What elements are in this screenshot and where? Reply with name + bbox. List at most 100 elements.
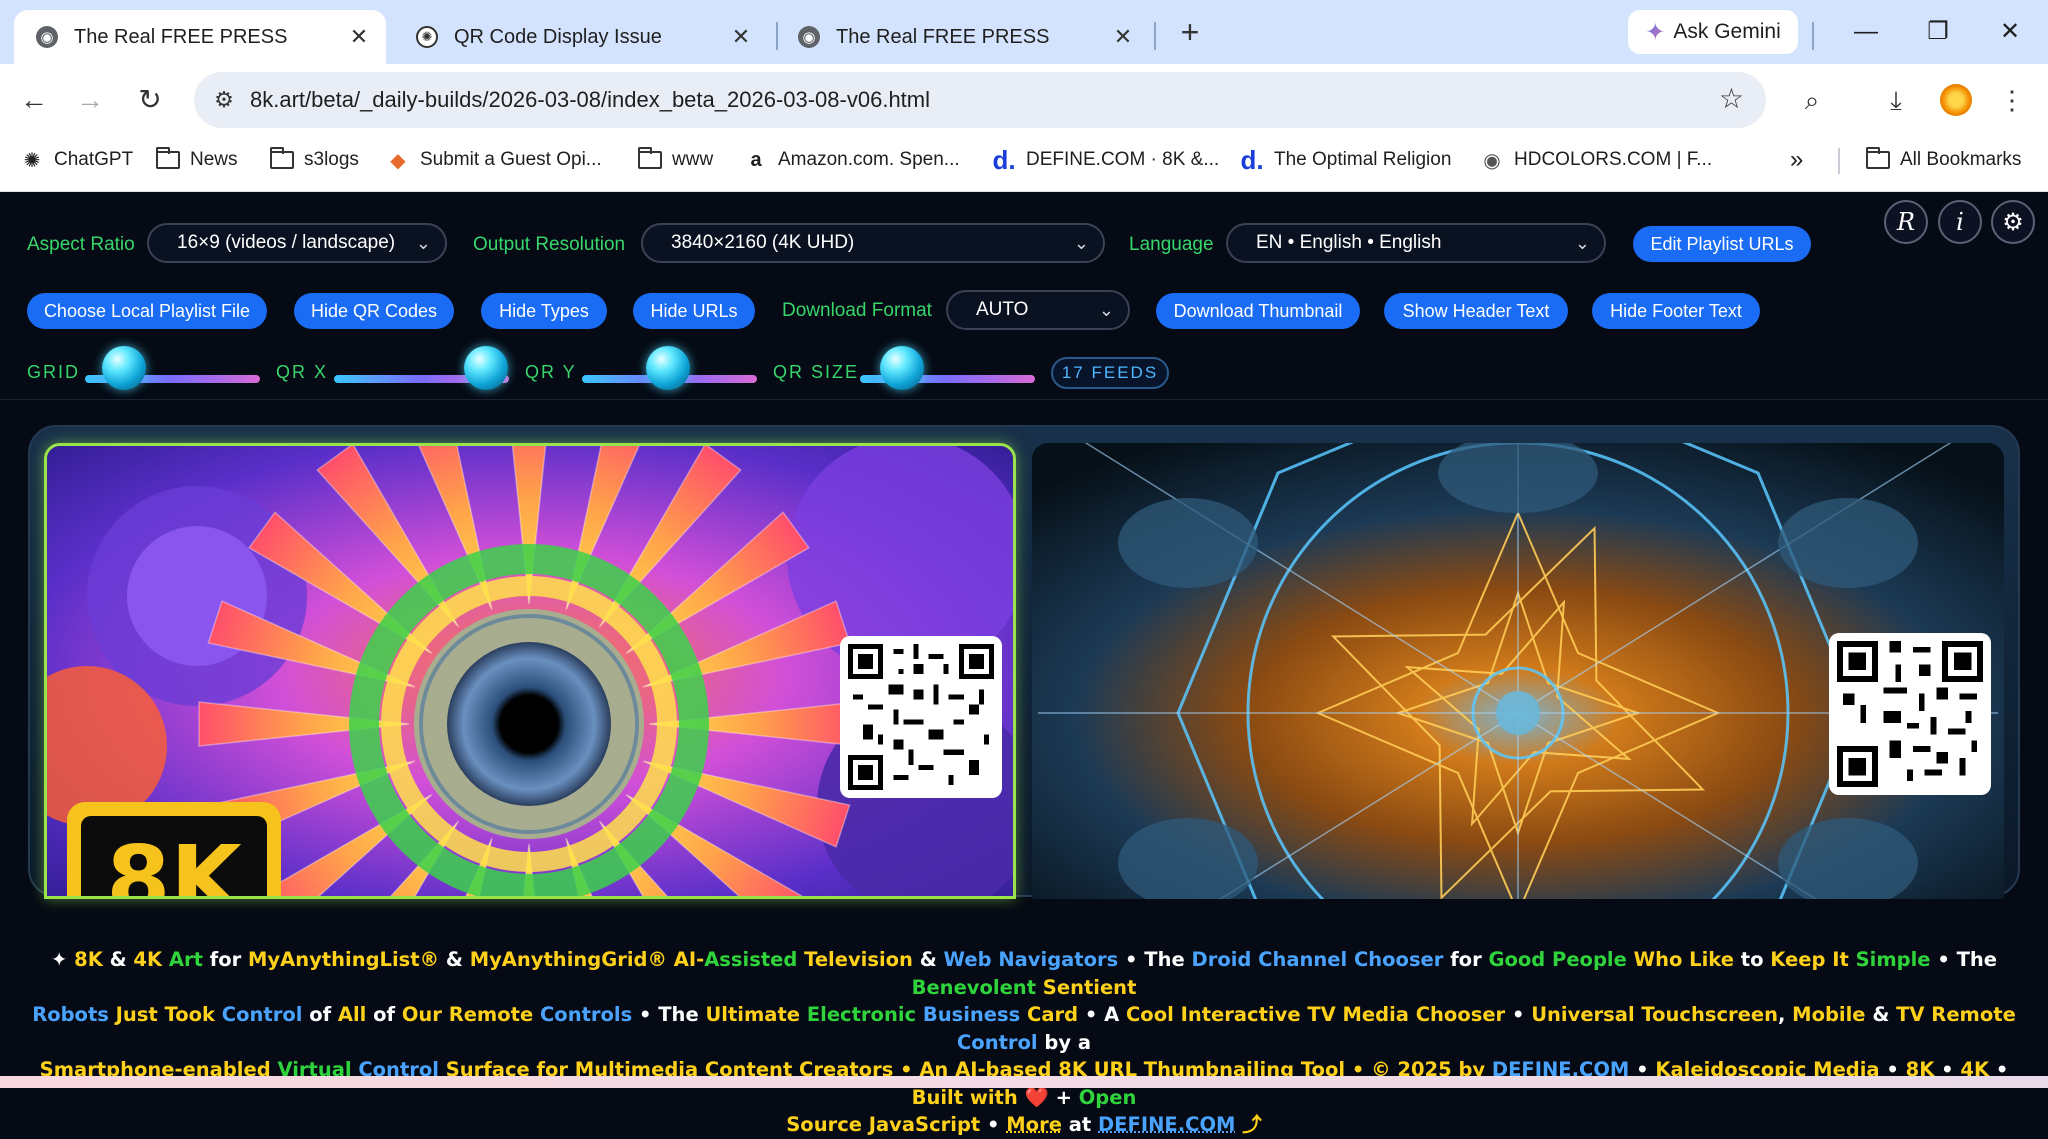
footer-segment: Control	[956, 1030, 1038, 1054]
close-icon[interactable]: ✕	[1108, 24, 1138, 50]
footer-segment: Open	[1078, 1085, 1137, 1109]
address-bar[interactable]: ⚙ 8k.art/beta/_daily-builds/2026-03-08/i…	[194, 72, 1766, 128]
forward-icon[interactable]: →	[70, 80, 110, 120]
tab-search-icon[interactable]: ⌕	[1794, 82, 1830, 118]
bookmark-define[interactable]: d. DEFINE.COM · 8K &...	[992, 136, 1219, 184]
tab-title: The Real FREE PRESS	[74, 25, 288, 48]
download-icon[interactable]: ⤓	[1878, 82, 1914, 118]
footer-segment: Keep It	[1770, 948, 1849, 971]
bookmark-label: The Optimal Religion	[1274, 149, 1452, 170]
new-tab-button[interactable]: +	[1170, 12, 1210, 52]
footer-segment: Card	[1020, 1003, 1079, 1026]
footer-segment: •	[980, 1113, 1007, 1136]
footer-segment: Television	[797, 948, 913, 971]
qr-code-1	[840, 636, 1002, 798]
aspect-ratio-select[interactable]: 16×9 (videos / landscape) ⌄	[147, 223, 447, 263]
footer-segment: by a	[1037, 1030, 1091, 1054]
ask-gemini-button[interactable]: ✦ Ask Gemini	[1628, 10, 1798, 54]
hide-types-button[interactable]: Hide Types	[481, 293, 607, 329]
footer-define-link[interactable]: DEFINE.COM	[1098, 1113, 1235, 1136]
edit-playlist-button[interactable]: Edit Playlist URLs	[1633, 226, 1811, 262]
bookmark-label: Submit a Guest Opi...	[420, 149, 602, 170]
language-select[interactable]: EN • English • English ⌄	[1226, 223, 1606, 263]
footer-segment: Our Remote	[401, 1003, 534, 1026]
heart-icon: ❤️	[1017, 1085, 1056, 1109]
gear-icon[interactable]: ⚙	[1991, 200, 2035, 244]
qr-y-slider-handle[interactable]	[646, 346, 690, 390]
more-bookmarks-icon[interactable]: »	[1790, 136, 1803, 184]
bookmark-optimal-religion[interactable]: d. The Optimal Religion	[1240, 136, 1451, 184]
footer-segment: Benevolent	[911, 975, 1037, 999]
qr-size-slider-handle[interactable]	[880, 346, 924, 390]
info-button[interactable]: i	[1938, 200, 1982, 244]
menu-icon[interactable]: ⋮	[1994, 82, 2030, 118]
footer-segment: Electronic	[800, 1003, 917, 1026]
footer-segment: for	[1443, 948, 1489, 971]
qr-pattern	[848, 644, 994, 790]
footer-segment: to	[1733, 948, 1771, 971]
grid-slider-handle[interactable]	[102, 346, 146, 390]
hide-footer-text-button[interactable]: Hide Footer Text	[1592, 293, 1760, 329]
amazon-icon: a	[750, 148, 762, 171]
footer-segment: +	[1055, 1085, 1079, 1109]
8k-badge-label: 8K	[106, 826, 242, 899]
footer-segment: 8K	[74, 948, 103, 971]
back-icon[interactable]: ←	[14, 80, 54, 120]
page-bottom-strip	[0, 1076, 2048, 1088]
bookmark-label: www	[672, 149, 714, 170]
bookmark-amazon[interactable]: a Amazon.com. Spen...	[744, 136, 959, 184]
close-icon[interactable]: ✕	[726, 24, 756, 50]
tab-separator	[1812, 22, 1814, 50]
download-format-select[interactable]: AUTO ⌄	[946, 290, 1130, 330]
footer-segment: Business	[916, 1003, 1021, 1026]
close-icon[interactable]: ✕	[344, 24, 374, 50]
bookmark-s3logs[interactable]: s3logs	[270, 136, 359, 184]
footer-segment: All	[337, 1003, 367, 1026]
browser-toolbar: ← → ↻ ⚙ 8k.art/beta/_daily-builds/2026-0…	[0, 64, 2048, 136]
thumbnail-grid: 8K	[28, 425, 2020, 899]
extension-icon[interactable]	[1940, 84, 1972, 116]
bookmark-hdcolors[interactable]: ◉ HDCOLORS.COM | F...	[1480, 136, 1712, 184]
tab-3[interactable]: ◉ The Real FREE PRESS ✕	[776, 10, 1150, 64]
r-button[interactable]: R	[1884, 200, 1928, 244]
footer-segment: Control	[215, 1003, 303, 1026]
external-link-icon[interactable]: ⤴	[1235, 1113, 1262, 1136]
bookmark-star-icon[interactable]: ☆	[1719, 82, 1744, 115]
define-icon: d.	[992, 144, 1016, 175]
bookmark-news[interactable]: News	[156, 136, 238, 184]
footer-segment: • The	[632, 1003, 706, 1026]
bookmark-label: s3logs	[304, 149, 359, 170]
chevron-down-icon: ⌄	[1073, 233, 1089, 253]
thumbnail-tile-2[interactable]	[1032, 443, 2004, 899]
download-thumbnail-button[interactable]: Download Thumbnail	[1156, 293, 1360, 329]
tab-title: The Real FREE PRESS	[836, 25, 1050, 48]
reload-icon[interactable]: ↻	[130, 80, 170, 120]
tab-1[interactable]: ◉ The Real FREE PRESS ✕	[14, 10, 386, 64]
output-resolution-select[interactable]: 3840×2160 (4K UHD) ⌄	[641, 223, 1105, 263]
qr-size-slider-label: QR SIZE	[773, 362, 860, 382]
site-info-icon[interactable]: ⚙	[208, 84, 240, 116]
hide-qr-codes-button[interactable]: Hide QR Codes	[294, 293, 454, 329]
footer-more-link[interactable]: More	[1006, 1113, 1062, 1136]
choose-local-playlist-button[interactable]: Choose Local Playlist File	[27, 293, 267, 329]
minimize-icon[interactable]: —	[1838, 10, 1894, 54]
footer-segment: &	[1865, 1003, 1897, 1026]
tab-2[interactable]: ✺ QR Code Display Issue ✕	[394, 10, 768, 64]
tab-separator	[1154, 22, 1156, 50]
bookmark-separator	[1838, 148, 1840, 174]
window-close-icon[interactable]: ✕	[1982, 10, 2038, 54]
8k-badge: 8K	[67, 802, 281, 899]
hide-urls-button[interactable]: Hide URLs	[633, 293, 755, 329]
restore-icon[interactable]: ❐	[1910, 10, 1966, 54]
bookmark-submit-guest[interactable]: ◆ Submit a Guest Opi...	[386, 136, 602, 184]
footer-segment: MyAnythingList®	[248, 948, 440, 971]
bookmark-www[interactable]: www	[638, 136, 713, 184]
all-bookmarks[interactable]: All Bookmarks	[1866, 136, 2021, 184]
thumbnail-tile-1[interactable]: 8K	[44, 443, 1016, 899]
folder-icon	[638, 147, 662, 169]
show-header-text-button[interactable]: Show Header Text	[1384, 293, 1568, 329]
footer-segment: Droid Channel Chooser	[1191, 948, 1444, 971]
url-text[interactable]: 8k.art/beta/_daily-builds/2026-03-08/ind…	[250, 72, 930, 128]
qr-x-slider-handle[interactable]	[464, 346, 508, 390]
bookmark-chatgpt[interactable]: ✺ ChatGPT	[20, 136, 134, 184]
